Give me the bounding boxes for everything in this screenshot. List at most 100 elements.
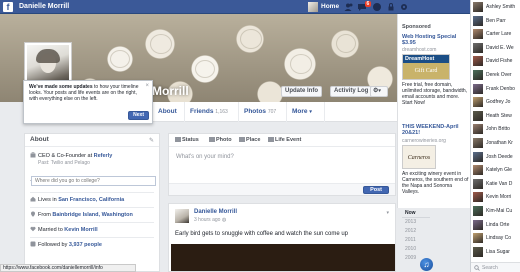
tab-place[interactable]: Place xyxy=(239,137,260,143)
scrubber-year[interactable]: 2011 xyxy=(405,237,416,243)
post-button[interactable]: Post xyxy=(363,186,389,194)
lives-city-link[interactable]: San Francisco, California xyxy=(58,197,124,203)
avatar[interactable] xyxy=(308,2,318,12)
privacy-lock-icon[interactable] xyxy=(386,2,396,12)
next-button[interactable]: Next xyxy=(128,111,149,120)
scrubber-year[interactable]: 2009 xyxy=(405,255,416,261)
chat-friend-item[interactable]: Linda Orte xyxy=(473,219,520,232)
tab-photo[interactable]: Photo xyxy=(209,137,232,143)
chat-friend-item[interactable]: David Fishe xyxy=(473,56,520,68)
chat-friend-item[interactable]: Ashley Smith xyxy=(473,2,520,14)
scrubber-year[interactable]: 2010 xyxy=(405,246,416,252)
tab-status[interactable]: Status xyxy=(175,137,199,143)
chat-friend-item[interactable]: Derek Over xyxy=(473,70,520,82)
top-navigation-bar: f Danielle Morrill Home 6 xyxy=(0,0,470,14)
avatar xyxy=(473,2,483,12)
ad-url[interactable]: carnerowineries.org xyxy=(402,138,446,144)
avatar xyxy=(473,29,483,40)
notification-badge: 6 xyxy=(365,1,371,7)
chat-friend-item[interactable]: Jonathan Kr xyxy=(473,138,520,150)
college-input[interactable] xyxy=(31,176,156,186)
chat-friend-name: Carter Lare xyxy=(486,31,512,38)
post-photo[interactable] xyxy=(171,244,395,271)
chat-friend-item[interactable]: Heath Stew xyxy=(473,110,520,123)
chat-friend-item[interactable]: John Britto xyxy=(473,124,520,136)
friend-requests-icon[interactable] xyxy=(344,2,354,12)
chevron-down-icon[interactable]: ▾ xyxy=(386,210,389,216)
chat-friend-name: Jonathan Kr xyxy=(486,140,513,146)
chat-friend-item[interactable]: Kim-Mai Cu xyxy=(473,206,520,218)
activity-log-label: Activity Log xyxy=(334,88,369,94)
chat-friend-item[interactable]: Josh Deede xyxy=(473,151,520,164)
profile-tab-bar: About Friends 1,163 Photos 707 More ▾ xyxy=(152,102,397,122)
chat-friend-item[interactable]: Kevin Morri xyxy=(473,192,520,204)
about-from: From Bainbridge Island, Washington xyxy=(30,211,133,219)
ad-url[interactable]: dreamhost.com xyxy=(402,47,436,53)
chat-friend-item[interactable]: Katie Van D xyxy=(473,178,520,191)
chat-friend-name: Heath Stew xyxy=(486,112,512,119)
profile-name[interactable]: Danielle Morrill xyxy=(19,2,69,12)
from-city-link[interactable]: Bainbridge Island, Washington xyxy=(52,212,132,218)
ad-image[interactable]: DreamHost Gift Card xyxy=(402,54,450,80)
heart-icon xyxy=(30,226,36,232)
home-icon xyxy=(30,196,36,202)
cover-settings-button[interactable]: ⚙▾ xyxy=(370,86,388,97)
search-icon xyxy=(474,265,480,271)
ad-title[interactable]: THIS WEEKEND-April 20&21! xyxy=(402,124,468,136)
pencil-icon xyxy=(175,137,181,142)
feed-post: Danielle Morrill 3 hours ago ◍ ▾ Early b… xyxy=(168,203,396,272)
spouse-link[interactable]: Kevin Morrill xyxy=(64,227,97,233)
ad-title[interactable]: Web Hosting Special $3.95 xyxy=(402,34,468,46)
chat-search-label: Search xyxy=(482,265,498,271)
music-player-icon[interactable]: ♫ xyxy=(420,258,433,271)
chat-friend-item[interactable]: Carter Lare xyxy=(473,29,520,41)
tab-photos[interactable]: Photos 707 xyxy=(244,108,276,115)
chat-friend-name: Linda Orte xyxy=(486,221,510,228)
chat-friend-item[interactable]: Lisa Sugar xyxy=(473,246,520,259)
chat-friend-name: Ben Parr xyxy=(486,17,506,24)
sponsored-column: Sponsored Web Hosting Special $3.95 drea… xyxy=(397,14,470,208)
chat-search-input[interactable]: Search xyxy=(471,262,520,272)
avatar[interactable] xyxy=(175,209,189,223)
avatar xyxy=(473,56,483,67)
flag-icon xyxy=(268,137,274,142)
about-title[interactable]: About xyxy=(30,136,49,143)
location-pin-icon xyxy=(239,137,245,142)
chat-friend-item[interactable]: David E. We xyxy=(473,42,520,55)
company-link[interactable]: Referly xyxy=(94,153,113,159)
chat-friend-item[interactable]: Lindsay Co xyxy=(473,233,520,245)
chat-friend-name: Kevin Morri xyxy=(486,194,512,201)
tab-life-event[interactable]: Life Event xyxy=(268,137,301,143)
close-icon[interactable]: × xyxy=(145,83,149,89)
chat-friend-item[interactable]: Godfrey Jo xyxy=(473,97,520,109)
chat-friend-name: Lisa Sugar xyxy=(486,248,510,255)
tab-friends[interactable]: Friends 1,163 xyxy=(190,108,228,115)
post-timestamp[interactable]: 3 hours ago ◍ xyxy=(194,217,226,223)
chat-friend-name: David Fishe xyxy=(486,58,513,65)
gear-icon[interactable] xyxy=(399,2,409,12)
home-link[interactable]: Home xyxy=(321,2,339,12)
tab-more[interactable]: More ▾ xyxy=(292,108,312,115)
chat-friend-item[interactable]: Katelyn Gle xyxy=(473,165,520,177)
tab-about[interactable]: About xyxy=(158,108,177,115)
avatar xyxy=(473,15,483,26)
scrubber-year[interactable]: Now xyxy=(405,210,416,216)
chat-friend-item[interactable]: Frank Denbo xyxy=(473,83,520,96)
ad-image[interactable]: Carneros xyxy=(402,145,436,169)
chevron-down-icon: ▾ xyxy=(378,88,381,94)
scrubber-year[interactable]: 2012 xyxy=(405,228,416,234)
followers-link[interactable]: 3,937 people xyxy=(69,242,102,248)
avatar xyxy=(473,151,483,162)
notifications-icon[interactable] xyxy=(372,2,382,12)
chat-friend-name: Derek Over xyxy=(486,72,512,78)
post-author[interactable]: Danielle Morrill xyxy=(194,209,237,215)
about-job: CEO & Co-Founder at Referly xyxy=(30,152,112,160)
avatar xyxy=(473,246,483,257)
chat-friend-item[interactable]: Ben Parr xyxy=(473,15,520,28)
edit-icon[interactable]: ✎ xyxy=(149,137,154,144)
scrubber-year[interactable]: 2013 xyxy=(405,219,416,225)
facebook-logo-icon[interactable]: f xyxy=(3,2,13,12)
status-input[interactable]: What's on your mind? xyxy=(176,154,234,160)
update-info-button[interactable]: Update Info xyxy=(281,86,322,97)
ad-body: Free trial, free domain, unlimited stora… xyxy=(402,82,468,106)
